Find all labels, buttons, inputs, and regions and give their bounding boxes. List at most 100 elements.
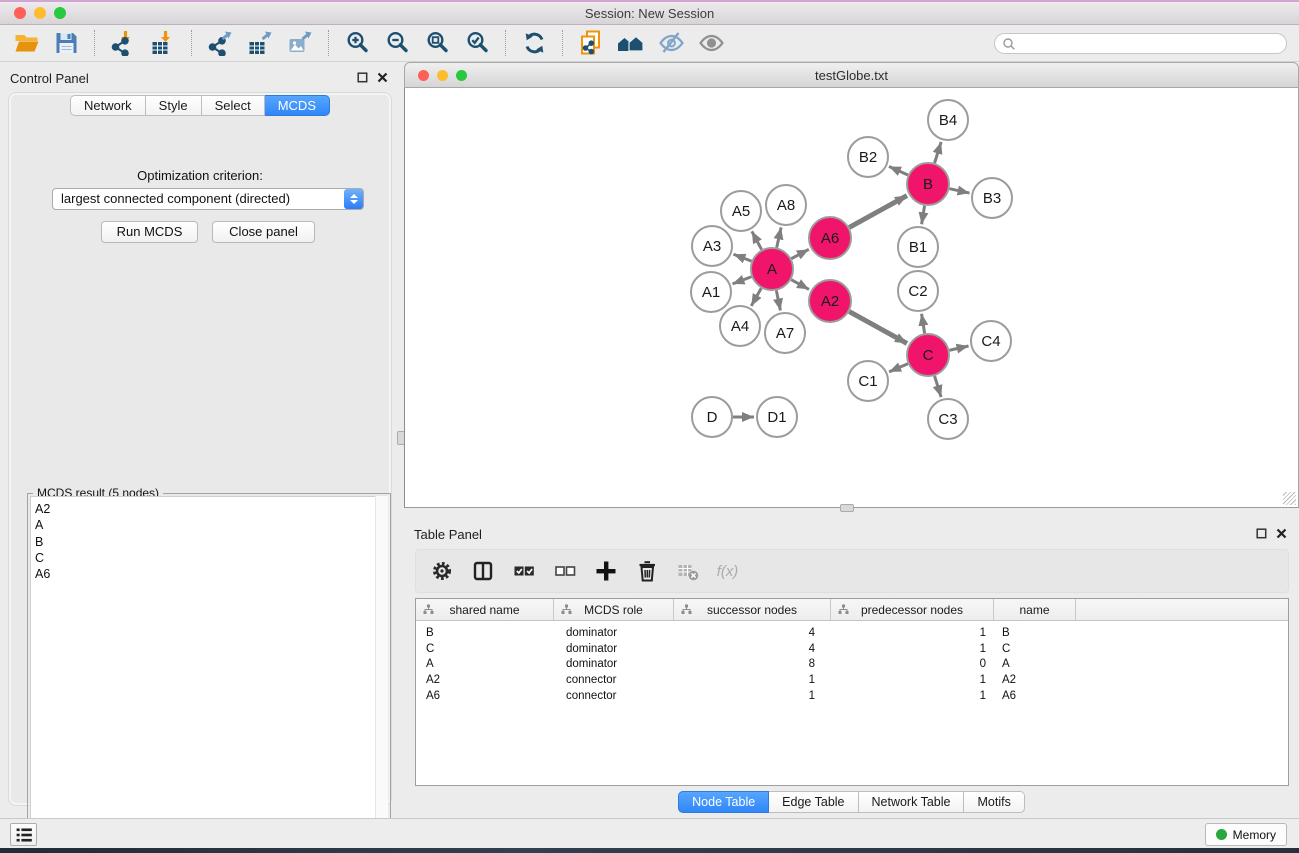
deselect-all-button[interactable]: [551, 557, 579, 585]
graph-edge-B-B4[interactable]: [935, 142, 942, 163]
zoom-out-button[interactable]: [377, 27, 417, 59]
table-row[interactable]: Cdominator41C: [416, 641, 1288, 657]
tab-network[interactable]: Network: [70, 95, 146, 116]
graph-node-C[interactable]: C: [907, 334, 949, 376]
graph-node-A1[interactable]: A1: [691, 272, 731, 312]
graph-node-A7[interactable]: A7: [765, 313, 805, 353]
graph-edge-A-A3[interactable]: [733, 254, 751, 261]
graph-node-B2[interactable]: B2: [848, 137, 888, 177]
show-graphics-details-button[interactable]: [691, 27, 731, 59]
column-header-shared-name[interactable]: shared name: [416, 599, 554, 620]
graph-node-A4[interactable]: A4: [720, 306, 760, 346]
graph-node-A[interactable]: A: [751, 248, 793, 290]
tab-mcds[interactable]: MCDS: [265, 95, 330, 116]
table-row[interactable]: Adominator80A: [416, 657, 1288, 673]
close-table-panel-icon[interactable]: [1276, 528, 1287, 539]
graph-edge-B-B2[interactable]: [889, 166, 908, 175]
horizontal-split-grabber[interactable]: [840, 504, 854, 512]
memory-button[interactable]: Memory: [1205, 823, 1287, 846]
table-row[interactable]: Bdominator41B: [416, 625, 1288, 641]
export-table-button[interactable]: [240, 27, 280, 59]
window-resize-grip[interactable]: [1283, 492, 1296, 505]
import-network-button[interactable]: [103, 27, 143, 59]
search-input[interactable]: [1020, 35, 1286, 52]
zoom-selected-button[interactable]: [457, 27, 497, 59]
tab-motifs[interactable]: Motifs: [964, 791, 1024, 813]
column-header-name[interactable]: name: [994, 599, 1076, 620]
graph-node-B4[interactable]: B4: [928, 100, 968, 140]
tab-select[interactable]: Select: [202, 95, 265, 116]
graph-node-A2[interactable]: A2: [809, 280, 851, 322]
graph-edge-A-A5[interactable]: [752, 231, 762, 249]
graph-edge-A-A4[interactable]: [751, 288, 761, 306]
hide-graphics-details-button[interactable]: [651, 27, 691, 59]
home-views-button[interactable]: [611, 27, 651, 59]
graph-edge-A-A2[interactable]: [791, 280, 809, 290]
graph-node-A5[interactable]: A5: [721, 191, 761, 231]
run-mcds-button[interactable]: Run MCDS: [101, 221, 198, 243]
graph-node-B[interactable]: B: [907, 163, 949, 205]
graph-node-B1[interactable]: B1: [898, 227, 938, 267]
graph-node-B3[interactable]: B3: [972, 178, 1012, 218]
tab-node-table[interactable]: Node Table: [678, 791, 769, 813]
criterion-dropdown[interactable]: largest connected component (directed): [52, 188, 364, 210]
graph-edge-B-B1[interactable]: [922, 206, 925, 225]
graph-node-C4[interactable]: C4: [971, 321, 1011, 361]
graph-edge-C-C3[interactable]: [935, 376, 942, 397]
table-settings-button[interactable]: [428, 557, 456, 585]
graph-edge-C-C4[interactable]: [949, 346, 968, 350]
network-window-titlebar[interactable]: testGlobe.txt: [404, 62, 1299, 88]
result-item[interactable]: A: [35, 517, 387, 533]
refresh-layout-button[interactable]: [514, 27, 554, 59]
graph-node-A6[interactable]: A6: [809, 217, 851, 259]
search-box[interactable]: [994, 33, 1287, 54]
result-item[interactable]: A2: [35, 501, 387, 517]
column-header-predecessor-nodes[interactable]: predecessor nodes: [831, 599, 994, 620]
show-panels-button[interactable]: [10, 823, 37, 846]
graph-edge-A-A8[interactable]: [777, 227, 781, 247]
table-row[interactable]: A2connector11A2: [416, 672, 1288, 688]
graph-node-C1[interactable]: C1: [848, 361, 888, 401]
close-panel-button[interactable]: Close panel: [212, 221, 315, 243]
table-row[interactable]: A6connector11A6: [416, 688, 1288, 704]
network-view-canvas[interactable]: A A1 A2 A3 A4 A5 A6 A7 A8 B B1 B2 B3B4 C C1 C2 C3C4 D D1: [404, 88, 1299, 508]
graph-edge-A6-B[interactable]: [849, 196, 907, 228]
open-session-button[interactable]: [6, 27, 46, 59]
add-row-button[interactable]: [592, 557, 620, 585]
graph-edge-A-A1[interactable]: [733, 277, 752, 284]
select-all-button[interactable]: [510, 557, 538, 585]
tab-network-table[interactable]: Network Table: [859, 791, 965, 813]
graph-node-C2[interactable]: C2: [898, 271, 938, 311]
graph-node-A8[interactable]: A8: [766, 185, 806, 225]
graph-node-A3[interactable]: A3: [692, 226, 732, 266]
graph-edge-A-A7[interactable]: [776, 291, 780, 311]
export-network-button[interactable]: [200, 27, 240, 59]
graph-edge-C-C1[interactable]: [889, 364, 908, 372]
graph-node-D[interactable]: D: [692, 397, 732, 437]
graph-edge-A-A6[interactable]: [791, 249, 808, 258]
result-item[interactable]: B: [35, 534, 387, 550]
tab-style[interactable]: Style: [146, 95, 202, 116]
column-header-mcds-role[interactable]: MCDS role: [554, 599, 674, 620]
column-header-successor-nodes[interactable]: successor nodes: [674, 599, 831, 620]
tab-edge-table[interactable]: Edge Table: [769, 791, 858, 813]
export-image-button[interactable]: [280, 27, 320, 59]
result-list-scrollbar[interactable]: [375, 496, 388, 821]
float-table-panel-icon[interactable]: [1256, 528, 1267, 539]
graph-edge-A2-C[interactable]: [849, 312, 907, 344]
close-panel-icon[interactable]: [377, 72, 388, 83]
import-table-button[interactable]: [143, 27, 183, 59]
graph-node-C3[interactable]: C3: [928, 399, 968, 439]
graph-edge-C-C2[interactable]: [922, 314, 925, 334]
graph-edge-B-B3[interactable]: [949, 189, 969, 193]
save-session-button[interactable]: [46, 27, 86, 59]
network-from-selection-button[interactable]: [571, 27, 611, 59]
result-item[interactable]: C: [35, 550, 387, 566]
float-panel-icon[interactable]: [357, 72, 368, 83]
result-item[interactable]: A6: [35, 566, 387, 582]
zoom-fit-button[interactable]: [417, 27, 457, 59]
zoom-in-button[interactable]: [337, 27, 377, 59]
column-visibility-button[interactable]: [469, 557, 497, 585]
graph-node-D1[interactable]: D1: [757, 397, 797, 437]
delete-row-button[interactable]: [633, 557, 661, 585]
